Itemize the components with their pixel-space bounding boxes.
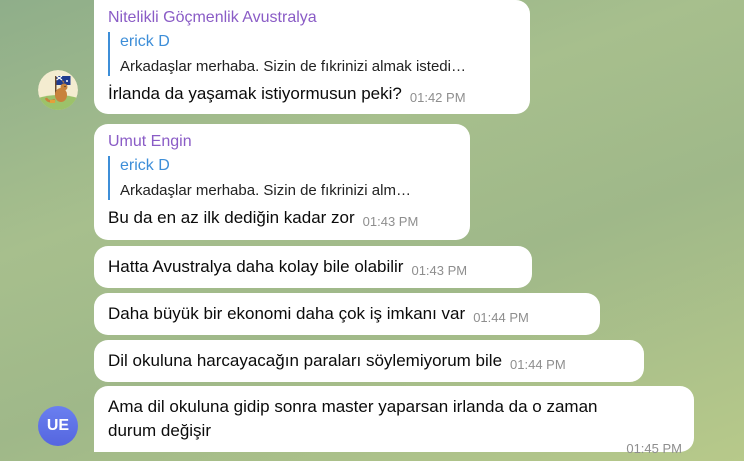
user-avatar[interactable]: UE — [38, 406, 78, 446]
message-bubble[interactable]: Nitelikli Göçmenlik Avustralya erick D A… — [94, 0, 530, 114]
message-text: Daha büyük bir ekonomi daha çok iş imkan… — [108, 302, 588, 327]
reply-quote[interactable]: erick D Arkadaşlar merhaba. Sizin de fık… — [108, 32, 518, 76]
message-text: Bu da en az ilk dediğin kadar zor 01:43 P… — [108, 206, 458, 231]
message-bubble[interactable]: Hatta Avustralya daha kolay bile olabili… — [94, 246, 532, 288]
message-body-line: durum değişir — [108, 421, 211, 440]
message-body: Dil okuluna harcayacağın paraları söylem… — [108, 351, 503, 370]
kangaroo-flag-icon — [38, 70, 78, 110]
group-avatar[interactable] — [38, 70, 78, 110]
reply-preview: Arkadaşlar merhaba. Sizin de fıkrinizi a… — [120, 182, 411, 199]
message-bubble[interactable]: Daha büyük bir ekonomi daha çok iş imkan… — [94, 293, 600, 335]
sender-name[interactable]: Umut Engin — [108, 132, 458, 152]
message-text: Hatta Avustralya daha kolay bile olabili… — [108, 255, 520, 280]
message-bubble[interactable]: Umut Engin erick D Arkadaşlar merhaba. S… — [94, 124, 470, 240]
message-body: Hatta Avustralya daha kolay bile olabili… — [108, 257, 404, 276]
message-body-line: Ama dil okuluna gidip sonra master yapar… — [108, 397, 598, 416]
reply-author: erick D — [120, 33, 170, 50]
avatar-initials: UE — [46, 417, 70, 434]
sender-name[interactable]: Nitelikli Göçmenlik Avustralya — [108, 8, 518, 28]
message-time: 01:43 PM — [362, 214, 419, 229]
message-text: Ama dil okuluna gidip sonra master yapar… — [108, 395, 682, 443]
reply-quote[interactable]: erick D Arkadaşlar merhaba. Sizin de fık… — [108, 156, 458, 200]
message-time: 01:44 PM — [473, 310, 529, 325]
message-text: İrlanda da yaşamak istiyormusun peki? 01:… — [108, 82, 518, 107]
message-bubble[interactable]: Dil okuluna harcayacağın paraları söylem… — [94, 340, 644, 382]
message-body: İrlanda da yaşamak istiyormusun peki? — [108, 84, 402, 103]
reply-author: erick D — [120, 157, 170, 174]
reply-preview: Arkadaşlar merhaba. Sizin de fıkrinizi a… — [120, 58, 466, 75]
message-time: 01:42 PM — [409, 90, 466, 105]
chat-message-area: Nitelikli Göçmenlik Avustralya erick D A… — [0, 0, 744, 461]
message-time: 01:43 PM — [411, 263, 468, 278]
message-time: 01:44 PM — [510, 357, 566, 372]
message-body: Bu da en az ilk dediğin kadar zor — [108, 208, 355, 227]
message-body: Daha büyük bir ekonomi daha çok iş imkan… — [108, 304, 466, 323]
message-time: 01:45 PM — [626, 441, 682, 456]
message-bubble[interactable]: Ama dil okuluna gidip sonra master yapar… — [94, 386, 694, 456]
message-text: Dil okuluna harcayacağın paraları söylem… — [108, 349, 632, 374]
